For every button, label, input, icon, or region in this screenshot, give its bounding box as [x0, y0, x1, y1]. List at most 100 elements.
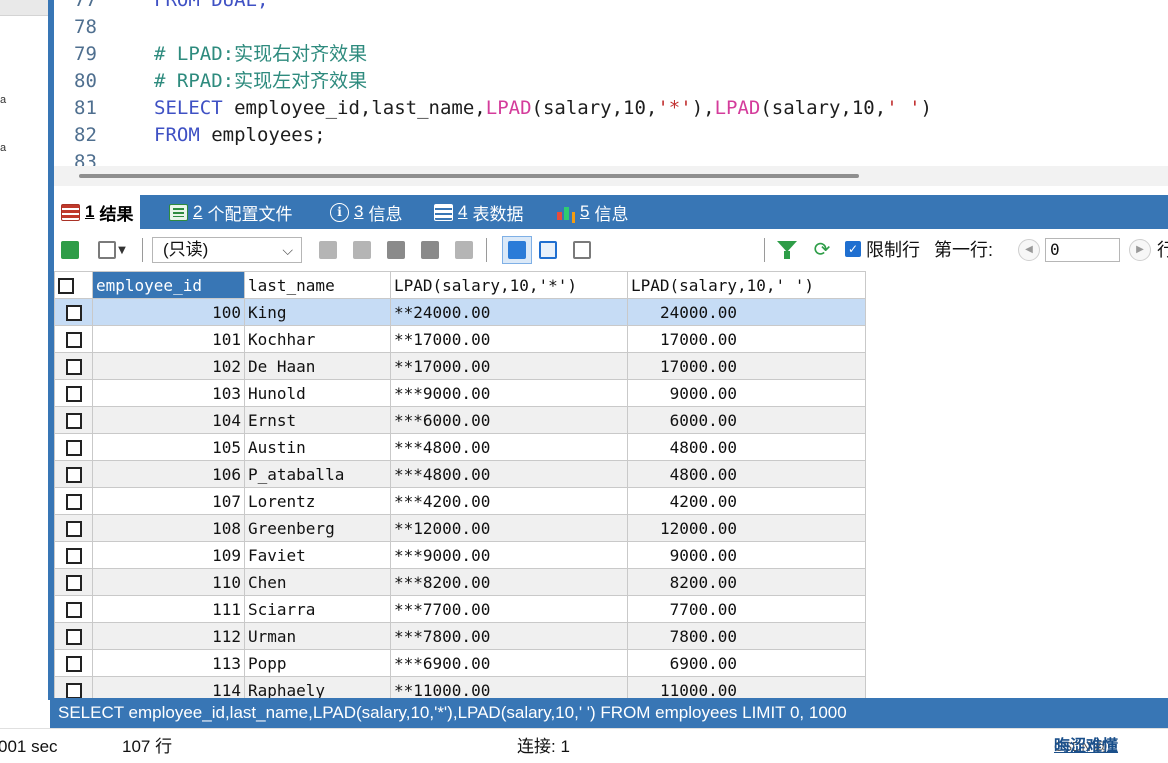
readonly-select[interactable]: (只读) ⌵: [152, 237, 302, 263]
cell-employee-id[interactable]: 109: [92, 541, 245, 569]
table-row[interactable]: 114 Raphaely **11000.00 11000.00: [54, 676, 866, 698]
cell-lpad-space[interactable]: 24000.00: [627, 298, 866, 326]
sql-editor[interactable]: 77 FROM DUAL; 78 79 # LPAD:实现右对齐效果 80 # RPAD:实…: [54, 0, 1168, 166]
row-checkbox[interactable]: [65, 656, 82, 672]
cell-lpad-space[interactable]: 8200.00: [627, 568, 866, 596]
row-checkbox-cell[interactable]: [54, 433, 93, 461]
cell-last-name[interactable]: Kochhar: [244, 325, 391, 353]
cell-employee-id[interactable]: 103: [92, 379, 245, 407]
cell-lpad-space[interactable]: 9000.00: [627, 541, 866, 569]
tab-info-2[interactable]: 5 信息: [556, 195, 628, 229]
code-line[interactable]: 83: [54, 149, 154, 166]
cell-last-name[interactable]: Hunold: [244, 379, 391, 407]
row-checkbox[interactable]: [65, 521, 82, 537]
row-checkbox-cell[interactable]: [54, 379, 93, 407]
row-checkbox-cell[interactable]: [54, 487, 93, 515]
cell-last-name[interactable]: Faviet: [244, 541, 391, 569]
table-row[interactable]: 104 Ernst ***6000.00 6000.00: [54, 406, 866, 434]
column-header-lpad-space[interactable]: LPAD(salary,10,' '): [627, 271, 866, 299]
save-button[interactable]: [384, 238, 408, 262]
cell-employee-id[interactable]: 104: [92, 406, 245, 434]
cell-employee-id[interactable]: 105: [92, 433, 245, 461]
row-checkbox[interactable]: [65, 629, 82, 645]
row-checkbox-cell[interactable]: [54, 352, 93, 380]
export-button[interactable]: [58, 238, 82, 262]
cell-lpad-space[interactable]: 6000.00: [627, 406, 866, 434]
cell-last-name[interactable]: King: [244, 298, 391, 326]
cell-lpad-space[interactable]: 4800.00: [627, 460, 866, 488]
table-row[interactable]: 109 Faviet ***9000.00 9000.00: [54, 541, 866, 569]
result-grid[interactable]: employee_id last_name LPAD(salary,10,'*'…: [54, 271, 1168, 698]
cell-employee-id[interactable]: 107: [92, 487, 245, 515]
cell-lpad-star[interactable]: ***6900.00: [390, 649, 628, 677]
cell-lpad-star[interactable]: ***4800.00: [390, 460, 628, 488]
cell-last-name[interactable]: Popp: [244, 649, 391, 677]
column-header-employee-id[interactable]: employee_id: [92, 271, 245, 299]
object-browser-tab[interactable]: [0, 0, 50, 16]
code-line[interactable]: 79 # LPAD:实现右对齐效果: [54, 41, 367, 68]
cell-lpad-star[interactable]: **17000.00: [390, 352, 628, 380]
code-line[interactable]: 80 # RPAD:实现左对齐效果: [54, 68, 367, 95]
table-row[interactable]: 113 Popp ***6900.00 6900.00: [54, 649, 866, 677]
cell-employee-id[interactable]: 110: [92, 568, 245, 596]
row-checkbox-cell[interactable]: [54, 541, 93, 569]
next-page-button[interactable]: ▶: [1129, 239, 1151, 261]
row-checkbox[interactable]: [65, 494, 82, 510]
table-row[interactable]: 112 Urman ***7800.00 7800.00: [54, 622, 866, 650]
cell-lpad-space[interactable]: 17000.00: [627, 325, 866, 353]
cell-lpad-star[interactable]: **24000.00: [390, 298, 628, 326]
cell-lpad-star[interactable]: ***7800.00: [390, 622, 628, 650]
row-checkbox[interactable]: [65, 332, 82, 348]
scrollbar-thumb[interactable]: [79, 174, 859, 178]
tab-info[interactable]: i 3 信息: [330, 195, 402, 229]
cell-employee-id[interactable]: 111: [92, 595, 245, 623]
cell-last-name[interactable]: Lorentz: [244, 487, 391, 515]
row-checkbox[interactable]: [65, 467, 82, 483]
cell-lpad-star[interactable]: ***9000.00: [390, 379, 628, 407]
table-row[interactable]: 102 De Haan **17000.00 17000.00: [54, 352, 866, 380]
cell-employee-id[interactable]: 101: [92, 325, 245, 353]
cell-lpad-star[interactable]: **11000.00: [390, 676, 628, 698]
table-row[interactable]: 108 Greenberg **12000.00 12000.00: [54, 514, 866, 542]
cell-last-name[interactable]: Chen: [244, 568, 391, 596]
cell-lpad-star[interactable]: ***8200.00: [390, 568, 628, 596]
row-checkbox[interactable]: [65, 602, 82, 618]
row-checkbox[interactable]: [65, 413, 82, 429]
cell-lpad-space[interactable]: 7700.00: [627, 595, 866, 623]
row-checkbox[interactable]: [65, 305, 82, 321]
cell-employee-id[interactable]: 114: [92, 676, 245, 698]
import-dropdown-button[interactable]: ▼: [92, 238, 132, 262]
duplicate-row-button[interactable]: [350, 238, 374, 262]
cell-lpad-space[interactable]: 4800.00: [627, 433, 866, 461]
select-all-checkbox-cell[interactable]: [54, 271, 93, 299]
cell-employee-id[interactable]: 108: [92, 514, 245, 542]
cell-lpad-space[interactable]: 4200.00: [627, 487, 866, 515]
row-checkbox-cell[interactable]: [54, 298, 93, 326]
row-checkbox[interactable]: [65, 440, 82, 456]
cell-lpad-star[interactable]: ***4200.00: [390, 487, 628, 515]
table-row[interactable]: 103 Hunold ***9000.00 9000.00: [54, 379, 866, 407]
row-checkbox-cell[interactable]: [54, 649, 93, 677]
form-view-button[interactable]: [536, 238, 560, 262]
cell-last-name[interactable]: De Haan: [244, 352, 391, 380]
cell-employee-id[interactable]: 112: [92, 622, 245, 650]
row-checkbox-cell[interactable]: [54, 568, 93, 596]
code-line[interactable]: 78: [54, 14, 154, 41]
filter-icon[interactable]: [776, 239, 798, 261]
row-checkbox[interactable]: [65, 386, 82, 402]
row-checkbox-cell[interactable]: [54, 676, 93, 698]
cell-last-name[interactable]: Urman: [244, 622, 391, 650]
code-line[interactable]: 77 FROM DUAL;: [54, 0, 268, 14]
cell-lpad-space[interactable]: 6900.00: [627, 649, 866, 677]
previous-page-button[interactable]: ◀: [1018, 239, 1040, 261]
table-row[interactable]: 101 Kochhar **17000.00 17000.00: [54, 325, 866, 353]
cell-last-name[interactable]: P_ataballa: [244, 460, 391, 488]
tab-result[interactable]: 1 结果: [54, 195, 141, 229]
cell-employee-id[interactable]: 100: [92, 298, 245, 326]
cell-lpad-star[interactable]: ***6000.00: [390, 406, 628, 434]
code-line[interactable]: 81 SELECT employee_id,last_name,LPAD(sala…: [54, 95, 932, 122]
row-checkbox-cell[interactable]: [54, 406, 93, 434]
cell-employee-id[interactable]: 106: [92, 460, 245, 488]
limit-rows-checkbox[interactable]: ✓: [845, 241, 861, 257]
table-row[interactable]: 100 King **24000.00 24000.00: [54, 298, 866, 326]
